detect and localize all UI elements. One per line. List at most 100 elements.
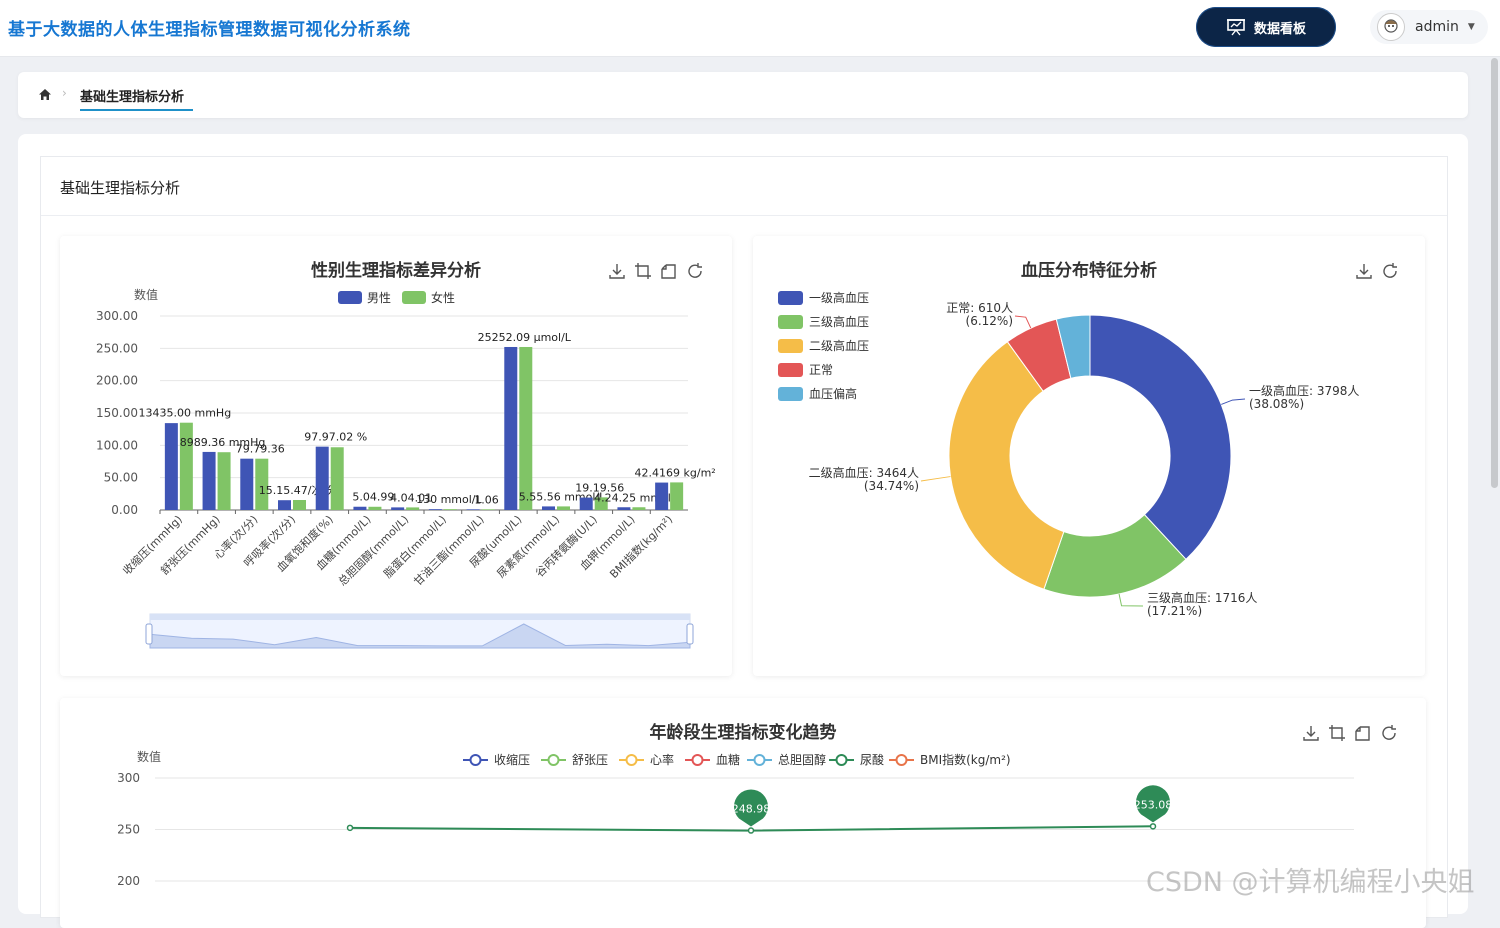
card-header: 基础生理指标分析 [41,157,1447,216]
trend-point [747,827,755,834]
line-legend-marker [835,754,848,766]
presentation-board-icon [1226,19,1245,36]
bar-male [240,458,254,510]
max-marker-label: 248.98 [732,803,771,816]
pie-slice-percent: (34.74%) [864,479,919,493]
bar-male [278,500,291,510]
chevron-down-icon: ▼ [1467,22,1475,32]
y-tick-label: 250.00 [96,341,138,355]
breadcrumb-separator-icon: › [62,86,67,100]
trend-point [346,824,354,832]
pie-legend-label: 正常 [809,363,833,377]
pie-label-line [1014,315,1032,329]
x-tick-label: 尿素氮(mmol/L) [494,512,562,580]
top-bar: 基于大数据的人体生理指标管理数据可视化分析系统 数据看板 admin ▼ [0,0,1500,57]
bar-male [315,446,329,510]
bar-data-label: 5.04.99 [352,491,394,504]
x-tick-label: BMI指数(kg/m²) [607,512,676,581]
x-tick-label: 总胆固醇(mmol/L) [335,512,411,588]
card-title: 基础生理指标分析 [60,179,181,197]
y-tick-label: 0.00 [111,503,138,517]
line-legend-label: 舒张压 [572,753,608,767]
bar-male [579,497,593,510]
line-legend-label: 心率 [650,752,674,767]
y-tick-label: 200.00 [96,374,138,388]
line-legend-label: BMI指数(kg/m²) [920,752,1011,767]
bar-male [617,507,631,510]
pie-legend-label: 血压偏高 [809,386,857,401]
page-scrollbar[interactable] [1491,58,1498,488]
pie-legend-label: 三级高血压 [809,314,869,329]
max-marker-label: 253.08 [1134,798,1173,811]
bar-female [330,447,344,510]
gender-bar-chart-panel: 性别生理指标差异分析 男性 女性 数值 0.00 50.00 100.00 150.00 200… [60,236,732,676]
avatar [1377,13,1405,41]
blood-pressure-pie-panel: 血压分布特征分析 一级高血压 三级高血压 二级高血压 正常 血压偏高 一级高血压: 3798… [753,236,1425,676]
bar-female [632,507,646,510]
watermark-text: CSDN @计算机编程小央姐 [1146,867,1475,898]
bar-female [293,499,306,510]
line-legend-label: 血糖 [716,752,740,767]
pie-legend-swatch [778,291,803,305]
pie-slice-label: 一级高血压: 3798人 [1249,383,1359,398]
pie-legend-swatch [778,363,803,377]
pie-legend-label: 二级高血压 [809,338,869,353]
breadcrumb-current[interactable]: 基础生理指标分析 [80,86,184,105]
y-axis-name: 数值 [134,287,158,302]
pie-slice-percent: (38.08%) [1249,397,1304,411]
home-icon[interactable] [38,88,52,101]
bar-female [670,482,684,510]
bar-male [391,507,405,510]
username: admin [1415,19,1459,35]
bar-data-label: 79.79.36 [236,443,285,456]
pie-legend-swatch [778,387,803,401]
pie-legend-swatch [778,315,803,329]
breadcrumb-active-indicator [80,109,193,111]
bar-data-label: 130 mmol/L [416,493,482,506]
pie-label-line [920,476,951,482]
line-legend-label: 收缩压 [494,752,530,767]
datazoom-top-bar [150,614,690,620]
bar-data-label: 1.06 [474,493,499,506]
bar-male [202,451,216,510]
pie-legend-label: 一级高血压 [809,290,869,305]
y-tick-label: 150.00 [96,406,138,420]
bar-female [406,507,420,510]
bar-data-label: 13435.00 mmHg [139,407,232,420]
user-menu[interactable]: admin ▼ [1370,10,1488,44]
pie-slice-label: 三级高血压: 1716人 [1147,590,1257,605]
line-legend-marker [547,754,560,766]
bar-male [353,506,367,510]
bar-data-label: 42.4169 kg/m² [635,466,716,479]
y-tick-label: 250 [117,823,140,837]
pie-label-line [1118,593,1144,607]
bar-chart-title: 性别生理指标差异分析 [311,260,481,281]
line-legend-marker [625,754,638,766]
line-legend-marker [753,754,766,766]
bar-female [519,346,533,510]
pie-slice [1089,314,1232,561]
bar-female [481,509,495,510]
bar-male [504,346,518,510]
bar-male [428,509,442,510]
dashboard-button-label: 数据看板 [1253,21,1306,37]
legend-swatch-male [338,291,362,304]
dashboard-button[interactable]: 数据看板 [1196,7,1336,47]
bar-data-label: 25252.09 μmol/L [478,331,572,344]
line-legend-marker [691,754,704,766]
line-legend-label: 尿酸 [860,752,884,767]
line-legend-marker [895,754,908,766]
bar-male [655,482,669,510]
pie-slice-label: 正常: 610人 [946,301,1013,315]
bar-data-label: 97.97.02 % [304,431,367,444]
pie-slice-percent: (6.12%) [966,314,1013,328]
x-tick-label: 脂蛋白(mmol/L) [381,512,449,580]
datazoom-right-handle [686,623,694,645]
bar-female [443,509,457,510]
y-axis-name: 数值 [137,749,161,764]
y-tick-label: 50.00 [104,471,138,485]
y-tick-label: 100.00 [96,438,138,452]
x-tick-label: 甘油三酯(mmol/L) [411,512,487,588]
y-tick-label: 300 [117,771,140,785]
pie-chart: 血压分布特征分析一级高血压三级高血压二级高血压正常血压偏高 一级高血压: 3798… [778,260,1359,618]
